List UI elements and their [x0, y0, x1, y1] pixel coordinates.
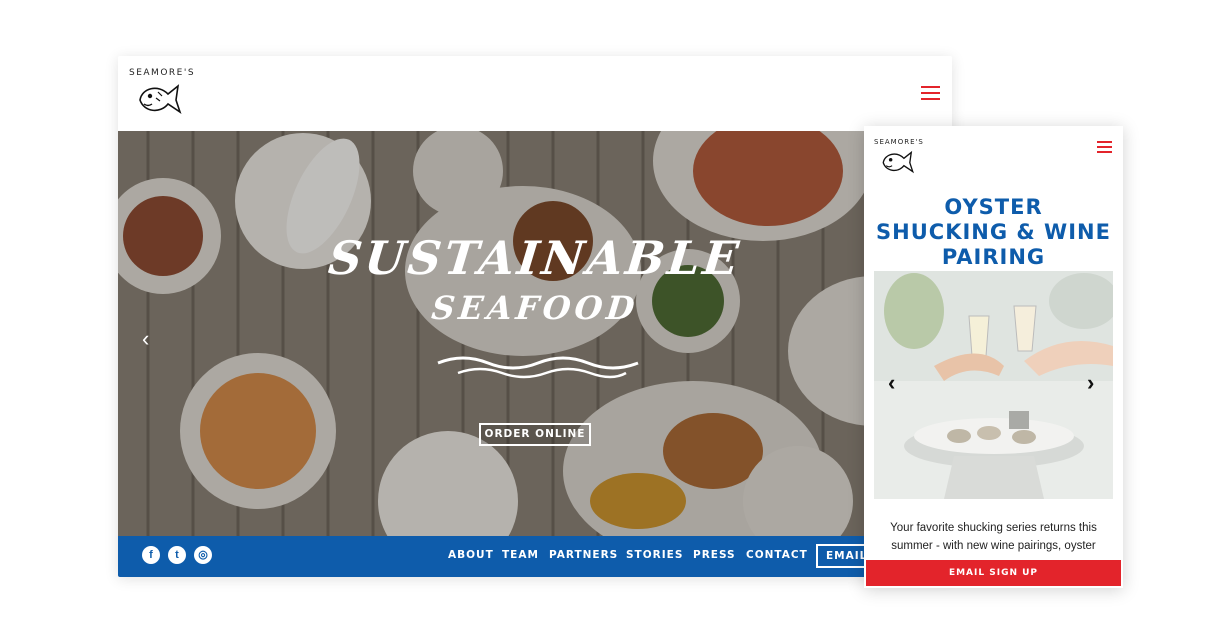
- fish-logo-icon[interactable]: [136, 80, 184, 118]
- event-description-line2: summer - with new wine pairings, oyster: [891, 540, 1096, 552]
- hero-banner: SUSTAINABLE SEAFOOD ORDER ONLINE ‹: [118, 131, 952, 536]
- event-title-line2: SHUCKING & WINE: [876, 220, 1111, 244]
- event-photo-carousel: ‹ ›: [874, 271, 1113, 499]
- event-title-line1: OYSTER: [944, 195, 1043, 219]
- event-description: Your favorite shucking series returns th…: [864, 519, 1123, 555]
- hero-title-line1: SUSTAINABLE: [325, 231, 745, 285]
- brand-name: SEAMORE'S: [129, 68, 196, 78]
- order-online-button[interactable]: ORDER ONLINE: [479, 423, 591, 446]
- nav-partners[interactable]: PARTNERS: [549, 549, 618, 561]
- desktop-header: SEAMORE'S: [118, 56, 952, 131]
- chevron-left-icon[interactable]: ‹: [142, 326, 149, 352]
- event-description-line1: Your favorite shucking series returns th…: [890, 522, 1097, 534]
- mobile-brand-name: SEAMORE'S: [874, 138, 924, 146]
- nav-stories[interactable]: STORIES: [626, 549, 683, 561]
- event-photo: [874, 271, 1113, 499]
- nav-contact[interactable]: CONTACT: [746, 549, 808, 561]
- hero-title-line2: SEAFOOD: [429, 289, 641, 327]
- chevron-left-icon[interactable]: ‹: [888, 370, 895, 396]
- mobile-mockup: SEAMORE'S OYSTER SHUCKING & WINE PAIRING: [864, 126, 1123, 588]
- nav-press[interactable]: PRESS: [693, 549, 736, 561]
- mobile-fish-logo-icon[interactable]: [880, 148, 916, 176]
- nav-team[interactable]: TEAM: [502, 549, 539, 561]
- chevron-right-icon[interactable]: ›: [1087, 370, 1094, 396]
- email-signup-button[interactable]: EMAIL SIGN UP: [866, 560, 1121, 586]
- instagram-icon[interactable]: ◎: [194, 546, 212, 564]
- facebook-icon[interactable]: f: [142, 546, 160, 564]
- event-title-line3: PAIRING: [941, 245, 1046, 269]
- hero-food-photo: [118, 131, 952, 536]
- desktop-footer-nav: f t ◎ ABOUT TEAM PARTNERS STORIES PRESS …: [118, 536, 952, 577]
- mobile-menu-icon[interactable]: [1097, 141, 1112, 156]
- desktop-mockup: SEAMORE'S SUSTAINABLE SEAFOOD ORDER ONLI…: [118, 56, 952, 577]
- menu-icon[interactable]: [921, 86, 940, 104]
- twitter-icon[interactable]: t: [168, 546, 186, 564]
- nav-about[interactable]: ABOUT: [448, 549, 494, 561]
